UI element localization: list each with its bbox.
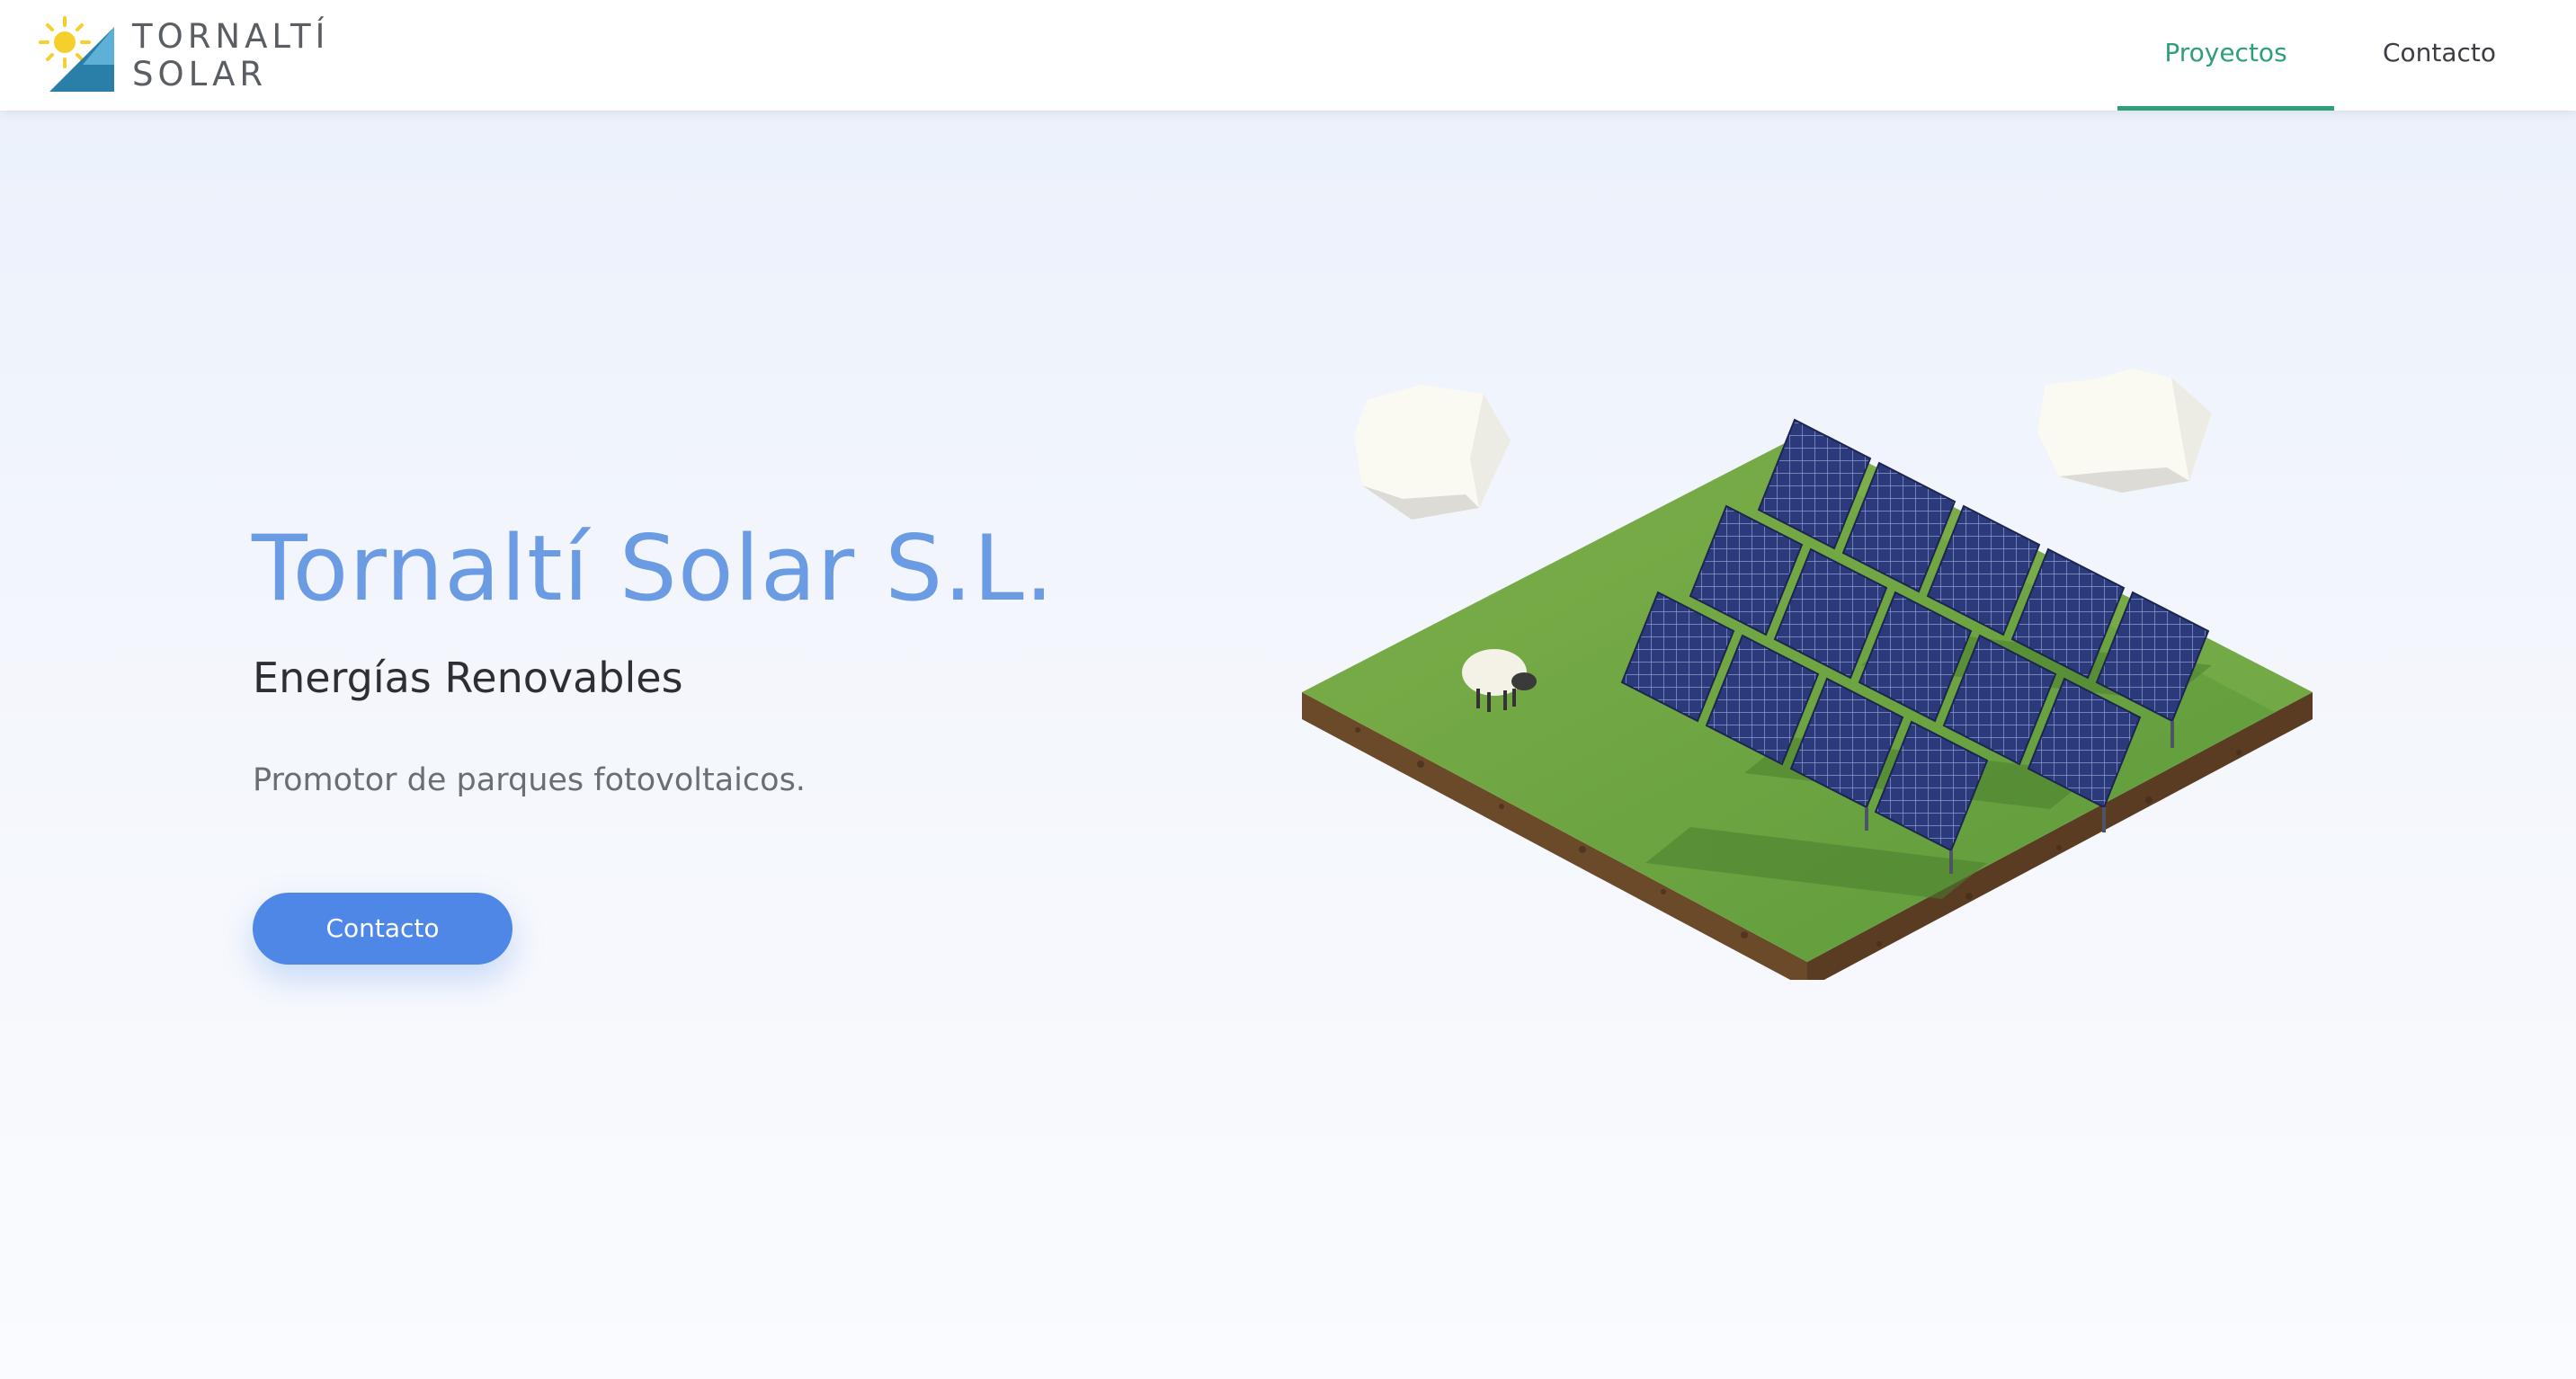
sun-triangle-logo-icon: [39, 16, 114, 92]
hero-description: Promotor de parques fotovoltaicos.: [253, 762, 806, 798]
solar-farm-illustration-icon: [1302, 369, 2313, 980]
brand-name: TORNALTÍ SOLAR: [132, 18, 329, 93]
cloud-right-icon: [2037, 369, 2212, 493]
contacto-button[interactable]: Contacto: [253, 893, 513, 965]
brand-name-line-2: SOLAR: [132, 55, 268, 93]
hero-subtitle: Energías Renovables: [253, 654, 683, 702]
hero-title: Tornaltí Solar S.L.: [252, 515, 1055, 621]
nav-link-proyectos[interactable]: Proyectos: [2117, 0, 2334, 111]
top-navigation-bar: TORNALTÍ SOLAR Proyectos Contacto: [0, 0, 2576, 111]
nav-link-contacto[interactable]: Contacto: [2349, 0, 2530, 111]
nav-link-proyectos-label: Proyectos: [2164, 38, 2287, 67]
brand-logo-link[interactable]: TORNALTÍ SOLAR: [36, 14, 325, 95]
active-nav-indicator: [2117, 106, 2334, 111]
brand-name-line-1: TORNALTÍ: [132, 17, 330, 56]
cloud-left-icon: [1354, 385, 1511, 520]
nav-link-contacto-label: Contacto: [2382, 38, 2497, 67]
